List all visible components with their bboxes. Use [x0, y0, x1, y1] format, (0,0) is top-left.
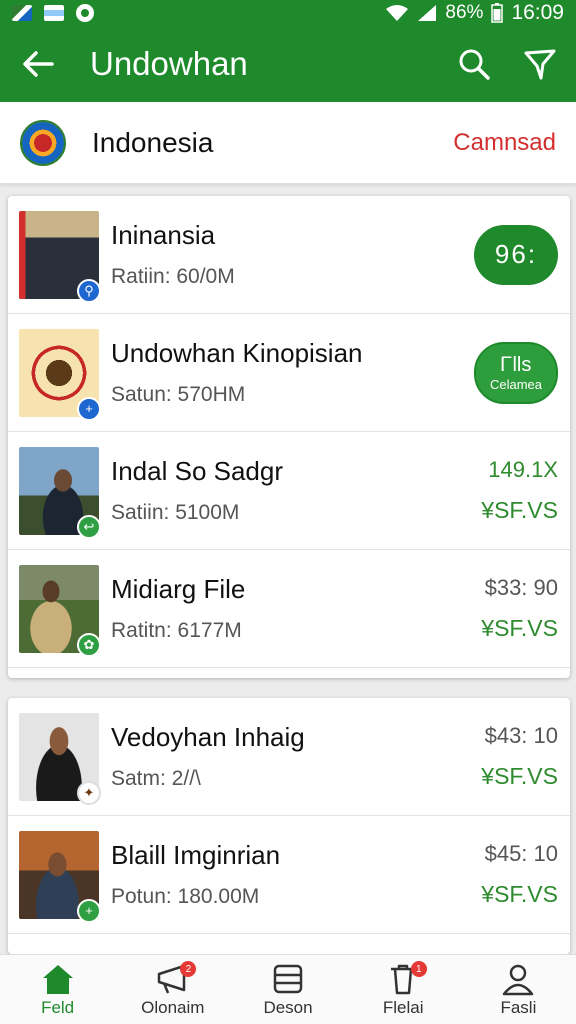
item-alt-price: ¥SF.VS — [481, 763, 558, 789]
list-item[interactable]: + Undowhan Kinopisian Satun: 570НM Ꮁlls … — [8, 314, 570, 432]
item-subtitle: Satm: 2//\ — [111, 767, 201, 790]
battery-percent: 86% — [445, 2, 484, 23]
nav-label: Fasli — [500, 997, 537, 1017]
app-bar: Undowhan — [0, 26, 576, 102]
arrow-left-icon — [23, 51, 54, 77]
status-pill-line1: Ꮁlls — [500, 353, 532, 376]
avatar: ↩ — [19, 446, 101, 539]
status-bar: 86% 16:09 — [0, 0, 576, 26]
avatar: + — [19, 830, 101, 923]
filter-icon — [524, 49, 556, 80]
clock: 16:09 — [511, 1, 564, 24]
notification-badge: 1 — [410, 961, 427, 977]
pin-icon: ⚲ — [77, 278, 101, 303]
list-item[interactable]: ✦ Vedoyhan Inhaig Satm: 2//\ $43: 10 ¥SF… — [8, 698, 570, 816]
country-emblem-icon — [20, 119, 66, 166]
item-name: Midiarg File — [111, 574, 246, 604]
person-icon — [503, 964, 534, 995]
avatar: + — [19, 328, 101, 421]
leaf-icon: ✿ — [77, 632, 101, 657]
item-name: Blaill Imginrian — [111, 840, 281, 870]
item-subtitle: Ratitn: 6177M — [111, 619, 242, 642]
plus-icon: + — [77, 396, 101, 421]
status-pill-line2: Celamea — [489, 376, 543, 392]
item-price: $33: 90 — [484, 575, 558, 600]
item-price: $45: 10 — [484, 841, 558, 866]
status-pill[interactable]: Ꮁlls Celamea — [474, 341, 558, 404]
item-subtitle: Satiin: 5100M — [111, 501, 240, 524]
item-alt-price: ¥SF.VS — [481, 497, 558, 523]
nav-olonaim[interactable]: 2 Olonaim — [115, 955, 230, 1024]
nav-flelai[interactable]: 1 Flelai — [346, 955, 461, 1024]
nav-fasli[interactable]: Fasli — [461, 955, 576, 1024]
list-item[interactable]: ⚲ Ininansia Ratiin: 60/0M 96: — [8, 196, 570, 314]
avatar: ⚲ — [19, 210, 101, 303]
item-subtitle: Potun: 180.00M — [111, 885, 260, 908]
item-alt-price: ¥SF.VS — [481, 881, 558, 907]
country-name: Indonesia — [92, 126, 214, 158]
eagle-icon: ✦ — [77, 780, 101, 805]
change-country-link[interactable]: Camnsad — [453, 129, 556, 157]
list-item[interactable]: + Blaill Imginrian Potun: 180.00M $45: 1… — [8, 816, 570, 934]
nav-feld[interactable]: Feld — [0, 955, 115, 1024]
bottom-navigation: Feld 2 Olonaim Deson 1 Flelai Fasli — [0, 954, 576, 1024]
nav-label: Feld — [41, 997, 75, 1017]
avatar: ✦ — [19, 712, 101, 805]
list-icon — [273, 964, 303, 993]
notification-circle-icon — [76, 4, 94, 22]
list-item[interactable]: ↩ Indal So Sadgr Satiin: 5100M 149.1X ¥S… — [8, 432, 570, 550]
battery-icon — [491, 3, 504, 23]
page-title: Undowhan — [90, 45, 248, 82]
score-pill[interactable]: 96: — [474, 224, 558, 285]
share-icon: ↩ — [77, 514, 101, 539]
candidate-list-card: ✦ Vedoyhan Inhaig Satm: 2//\ $43: 10 ¥SF… — [8, 698, 570, 954]
nav-label: Flelai — [382, 997, 424, 1017]
nav-label: Deson — [263, 997, 313, 1017]
nav-deson[interactable]: Deson — [230, 955, 345, 1024]
candidate-list-card: ⚲ Ininansia Ratiin: 60/0M 96: + Undowhan… — [8, 196, 570, 678]
item-alt-price: ¥SF.VS — [481, 615, 558, 641]
plus-icon: + — [77, 898, 101, 923]
avatar: ✿ — [19, 564, 101, 657]
notification-badge: 2 — [180, 961, 197, 977]
item-name: Indal So Sadgr — [111, 456, 284, 486]
wifi-icon — [386, 5, 409, 21]
list-item[interactable]: ✿ Midiarg File Ratitn: 6177M $33: 90 ¥SF… — [8, 550, 570, 668]
item-price: $43: 10 — [484, 723, 558, 748]
item-name: Ininansia — [111, 220, 216, 250]
search-icon — [459, 49, 490, 80]
item-name: Vedoyhan Inhaig — [111, 722, 305, 752]
filter-button[interactable] — [522, 46, 558, 82]
back-button[interactable] — [18, 44, 58, 84]
item-subtitle: Ratiin: 60/0M — [111, 265, 235, 288]
home-icon — [42, 964, 73, 994]
item-price: 149.1X — [488, 457, 558, 482]
country-selector[interactable]: Indonesia Camnsad — [0, 102, 576, 184]
search-button[interactable] — [456, 46, 492, 82]
item-name: Undowhan Kinopisian — [111, 338, 363, 368]
notification-app-icon — [12, 5, 32, 21]
notification-image-icon — [44, 5, 64, 21]
signal-icon — [418, 5, 437, 21]
nav-label: Olonaim — [141, 997, 205, 1017]
item-subtitle: Satun: 570НM — [111, 383, 246, 406]
